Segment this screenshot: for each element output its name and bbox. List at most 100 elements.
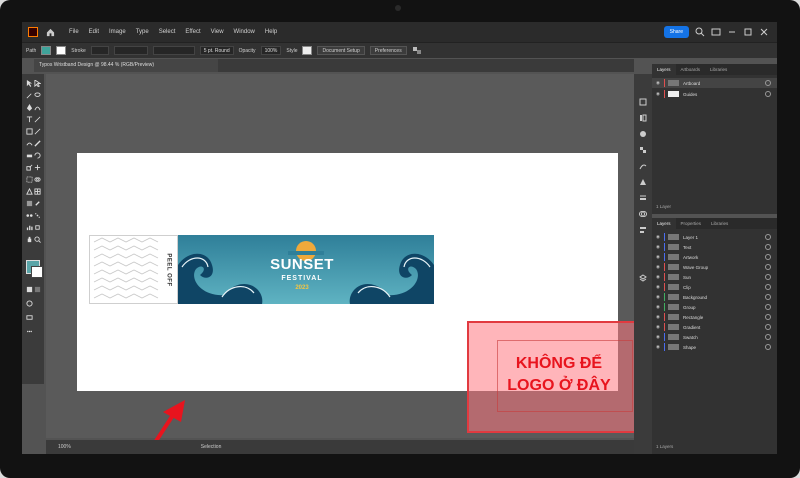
properties-icon[interactable]	[639, 98, 647, 106]
visibility-eye-icon[interactable]: ◉	[652, 324, 664, 330]
line-tool-icon[interactable]	[34, 116, 41, 123]
pencil-tool-icon[interactable]	[34, 140, 41, 147]
target-circle-icon[interactable]	[765, 334, 771, 340]
layer-name[interactable]: Shape	[683, 345, 696, 350]
layer-row[interactable]: ◉ Wave Group	[652, 262, 777, 272]
variable-width-field[interactable]	[113, 46, 148, 55]
wristband-design[interactable]: PEEL OFF SUNSET FESTIVAL 2023	[89, 235, 434, 304]
paintbrush-tool-icon[interactable]	[34, 128, 41, 135]
tab-libraries-2[interactable]: Libraries	[706, 218, 733, 229]
eraser-tool-icon[interactable]	[26, 152, 33, 159]
style-swatch[interactable]	[302, 46, 313, 55]
target-circle-icon[interactable]	[765, 314, 771, 320]
visibility-eye-icon[interactable]: ◉	[652, 304, 664, 310]
menu-edit[interactable]: Edit	[84, 29, 104, 35]
pen-tool-icon[interactable]	[26, 104, 33, 111]
zoom-level[interactable]: 100%	[58, 444, 71, 450]
more-tools-icon[interactable]	[26, 328, 33, 335]
graph-tool-icon[interactable]	[26, 224, 33, 231]
blend-tool-icon[interactable]	[26, 212, 33, 219]
symbols-icon[interactable]	[639, 178, 647, 186]
layer-name[interactable]: Text	[683, 245, 691, 250]
hand-tool-icon[interactable]	[26, 236, 33, 243]
layer-row[interactable]: ◉ Group	[652, 302, 777, 312]
visibility-eye-icon[interactable]: ◉	[652, 314, 664, 320]
layer-row[interactable]: ◉ Layer 1	[652, 232, 777, 242]
layer-row[interactable]: ◉ Gradient	[652, 322, 777, 332]
target-circle-icon[interactable]	[765, 244, 771, 250]
libraries-icon[interactable]	[639, 114, 647, 122]
layer-name[interactable]: Clip	[683, 285, 691, 290]
target-circle-icon[interactable]	[765, 254, 771, 260]
menu-select[interactable]: Select	[154, 29, 181, 35]
visibility-eye-icon[interactable]: ◉	[652, 254, 664, 260]
maximize-icon[interactable]	[743, 27, 753, 37]
layer-name[interactable]: Artwork	[683, 255, 698, 260]
artboard-tool-icon[interactable]	[34, 224, 41, 231]
document-setup-button[interactable]: Document Setup	[317, 46, 365, 55]
target-circle-icon[interactable]	[765, 80, 771, 86]
workspace-icon[interactable]	[711, 27, 721, 37]
tab-libraries[interactable]: Libraries	[705, 64, 732, 75]
zoom-tool-icon[interactable]	[34, 236, 41, 243]
fill-swatch[interactable]	[41, 46, 52, 55]
brushes-icon[interactable]	[639, 162, 647, 170]
stroke-weight-field[interactable]	[90, 46, 109, 55]
visibility-eye-icon[interactable]: ◉	[652, 294, 664, 300]
free-transform-tool-icon[interactable]	[26, 176, 33, 183]
layer-row[interactable]: ◉ Shape	[652, 342, 777, 352]
scale-tool-icon[interactable]	[26, 164, 33, 171]
direct-selection-tool-icon[interactable]	[34, 80, 41, 87]
layers-strip-icon[interactable]	[639, 274, 647, 282]
layer-row[interactable]: ◉ Artwork	[652, 252, 777, 262]
stroke-color-swatch[interactable]	[31, 266, 43, 278]
visibility-eye-icon[interactable]: ◉	[652, 80, 664, 86]
rectangle-tool-icon[interactable]	[26, 128, 33, 135]
target-circle-icon[interactable]	[765, 264, 771, 270]
target-circle-icon[interactable]	[765, 304, 771, 310]
stroke-panel-icon[interactable]	[639, 194, 647, 202]
document-tab[interactable]: Typos Wristband Design @ 98.44 % (RGB/Pr…	[34, 59, 218, 72]
layer-name[interactable]: Rectangle	[683, 315, 703, 320]
layer-row[interactable]: ◉ Clip	[652, 282, 777, 292]
layer-name[interactable]: Swatch	[683, 335, 698, 340]
target-circle-icon[interactable]	[765, 234, 771, 240]
visibility-eye-icon[interactable]: ◉	[652, 264, 664, 270]
lasso-tool-icon[interactable]	[34, 92, 41, 99]
visibility-eye-icon[interactable]: ◉	[652, 334, 664, 340]
target-circle-icon[interactable]	[765, 324, 771, 330]
perspective-grid-tool-icon[interactable]	[26, 188, 33, 195]
home-icon[interactable]	[44, 26, 56, 38]
close-icon[interactable]	[759, 27, 769, 37]
tab-properties[interactable]: Properties	[676, 218, 707, 229]
peel-off-tab[interactable]: PEEL OFF	[89, 235, 178, 304]
selection-tool-icon[interactable]	[26, 80, 33, 87]
menu-image[interactable]: Image	[104, 29, 131, 35]
layer-row[interactable]: ◉ Sun	[652, 272, 777, 282]
swatches-icon[interactable]	[639, 146, 647, 154]
artboard[interactable]: PEEL OFF SUNSET FESTIVAL 2023 KHÔNG ĐỂ L…	[77, 153, 651, 454]
layer-row[interactable]: ◉ Artboard	[652, 78, 777, 88]
layer-name[interactable]: Wave Group	[683, 265, 708, 270]
preferences-button[interactable]: Preferences	[369, 46, 407, 55]
eyedropper-tool-icon[interactable]	[34, 200, 41, 207]
layer-name[interactable]: Artboard	[683, 81, 700, 86]
canvas-area[interactable]: PEEL OFF SUNSET FESTIVAL 2023 KHÔNG ĐỂ L…	[46, 74, 651, 454]
target-circle-icon[interactable]	[765, 284, 771, 290]
profile-field[interactable]	[152, 46, 195, 55]
visibility-eye-icon[interactable]: ◉	[652, 274, 664, 280]
tab-layers[interactable]: Layers	[652, 64, 676, 75]
layer-name[interactable]: Layer 1	[683, 235, 698, 240]
menu-type[interactable]: Type	[131, 29, 154, 35]
target-circle-icon[interactable]	[765, 344, 771, 350]
screen-mode-icon[interactable]	[26, 314, 33, 321]
gradient-tool-icon[interactable]	[26, 200, 33, 207]
layer-row[interactable]: ◉ Text	[652, 242, 777, 252]
opacity-label[interactable]: Opacity	[239, 48, 256, 54]
menu-view[interactable]: View	[206, 29, 229, 35]
layer-name[interactable]: Background	[683, 295, 707, 300]
shape-builder-tool-icon[interactable]	[34, 176, 41, 183]
visibility-eye-icon[interactable]: ◉	[652, 344, 664, 350]
layer-name[interactable]: Gradient	[683, 325, 700, 330]
visibility-eye-icon[interactable]: ◉	[652, 244, 664, 250]
